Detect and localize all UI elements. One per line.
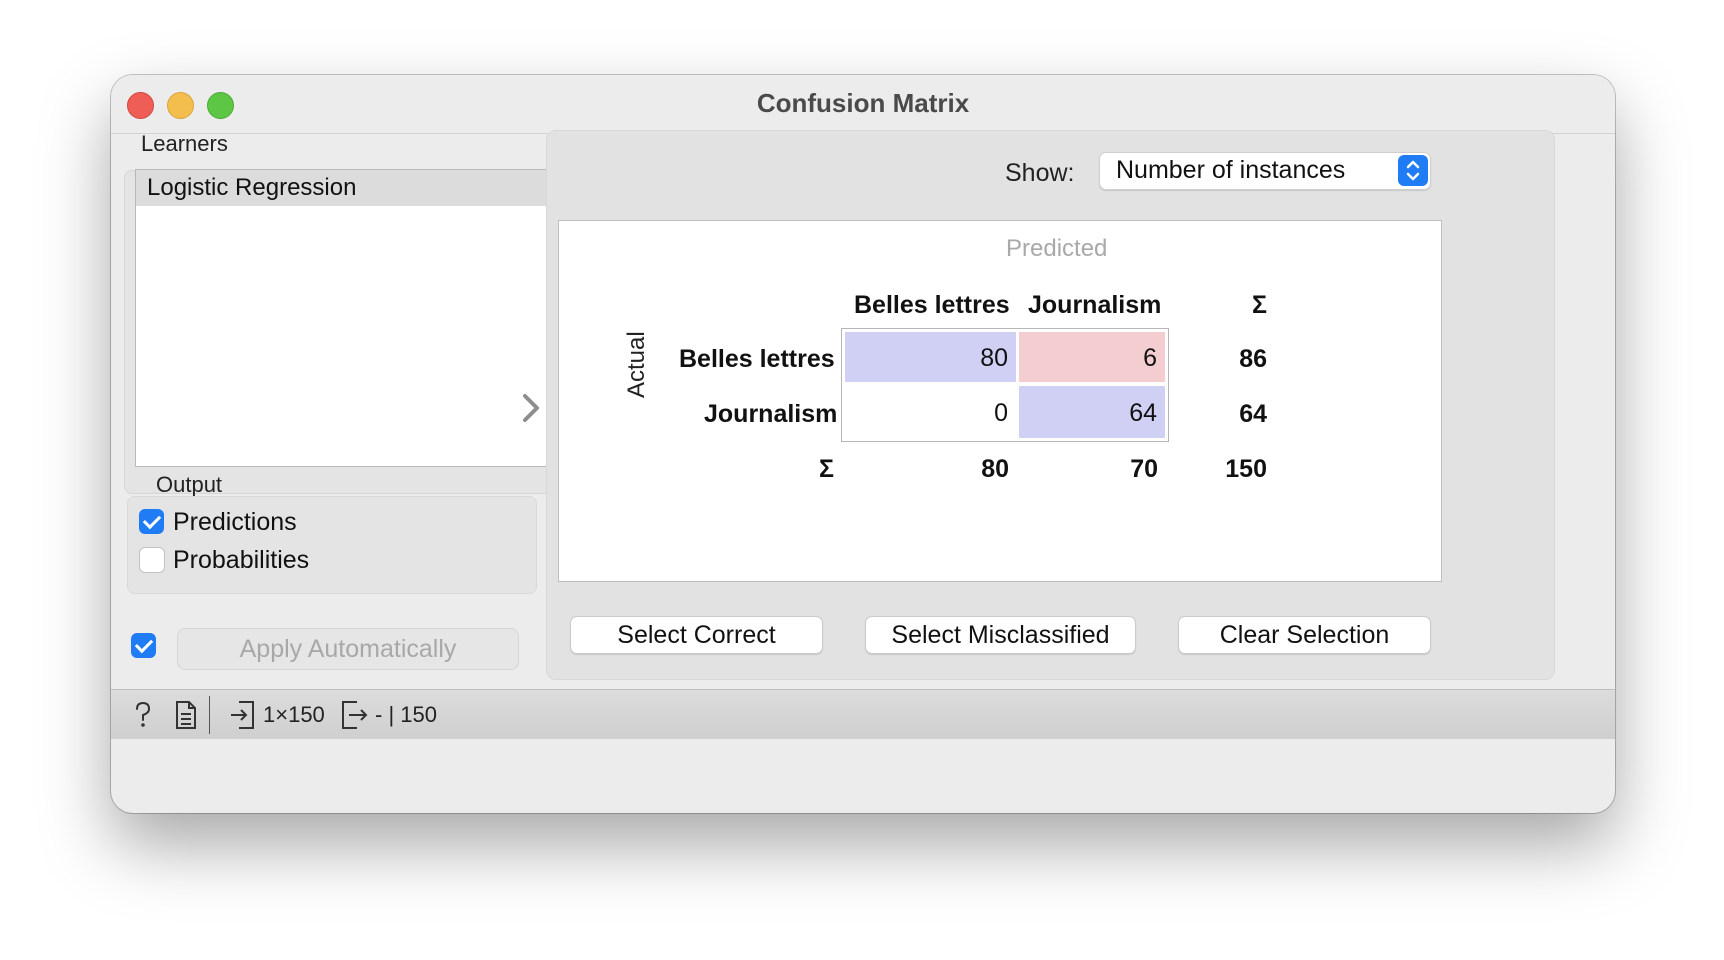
col-header-belles-lettres: Belles lettres bbox=[854, 291, 1010, 319]
clear-selection-button[interactable]: Clear Selection bbox=[1178, 616, 1431, 654]
status-bar: 1×150 - | 150 bbox=[111, 689, 1615, 739]
output-label: Output bbox=[156, 472, 223, 497]
input-icon[interactable] bbox=[229, 701, 257, 729]
predictions-label: Predictions bbox=[173, 508, 297, 536]
show-label: Show: bbox=[1005, 159, 1075, 187]
matrix-cell-misclassified[interactable]: 0 bbox=[845, 386, 1016, 438]
report-icon[interactable] bbox=[175, 701, 197, 729]
status-separator bbox=[209, 696, 210, 734]
row-total: 64 bbox=[1239, 400, 1267, 428]
cell-value: 0 bbox=[994, 399, 1008, 427]
col-header-journalism: Journalism bbox=[1028, 291, 1162, 319]
cell-value: 80 bbox=[980, 344, 1008, 372]
chevron-right-icon[interactable] bbox=[519, 388, 543, 428]
title-bar: Confusion Matrix bbox=[111, 75, 1615, 134]
apply-automatically-button[interactable]: Apply Automatically bbox=[177, 628, 519, 670]
show-dropdown[interactable]: Number of instances bbox=[1099, 152, 1431, 190]
apply-automatically-checkbox[interactable] bbox=[131, 633, 156, 658]
probabilities-label: Probabilities bbox=[173, 546, 310, 574]
show-dropdown-value: Number of instances bbox=[1116, 156, 1346, 184]
learner-item-logistic-regression[interactable]: Logistic Regression bbox=[136, 170, 546, 206]
matrix-cell-correct[interactable]: 80 bbox=[845, 332, 1016, 382]
row-header-journalism: Journalism bbox=[704, 400, 838, 428]
row-header-belles-lettres: Belles lettres bbox=[679, 345, 835, 373]
learners-label: Learners bbox=[141, 131, 228, 156]
confusion-matrix-window: Confusion Matrix Learners Logistic Regre… bbox=[111, 75, 1615, 813]
window-title: Confusion Matrix bbox=[756, 88, 970, 118]
row-header-sum: Σ bbox=[819, 455, 835, 483]
help-icon[interactable] bbox=[131, 701, 155, 729]
output-icon[interactable] bbox=[341, 701, 369, 729]
input-summary: 1×150 bbox=[263, 702, 325, 727]
matrix-cell-correct[interactable]: 64 bbox=[1019, 386, 1165, 438]
predictions-checkbox[interactable] bbox=[139, 509, 164, 534]
col-total: 80 bbox=[981, 455, 1009, 483]
col-total: 70 bbox=[1130, 455, 1158, 483]
grand-total: 150 bbox=[1225, 455, 1267, 483]
select-misclassified-button[interactable]: Select Misclassified bbox=[865, 616, 1136, 654]
matrix-grid: 80 6 0 64 bbox=[841, 328, 1169, 442]
predicted-axis-label: Predicted bbox=[1006, 235, 1108, 262]
cell-value: 6 bbox=[1143, 344, 1157, 372]
probabilities-checkbox[interactable] bbox=[139, 547, 165, 573]
learners-list[interactable]: Logistic Regression bbox=[135, 169, 547, 467]
up-down-arrows-icon bbox=[1398, 155, 1428, 186]
select-correct-button[interactable]: Select Correct bbox=[570, 616, 823, 654]
cell-value: 64 bbox=[1129, 399, 1157, 427]
output-summary: - | 150 bbox=[375, 702, 437, 727]
matrix-cell-misclassified[interactable]: 6 bbox=[1019, 332, 1165, 382]
row-total: 86 bbox=[1239, 345, 1267, 373]
actual-axis-label: Actual bbox=[623, 331, 650, 398]
col-header-sum: Σ bbox=[1252, 291, 1268, 319]
